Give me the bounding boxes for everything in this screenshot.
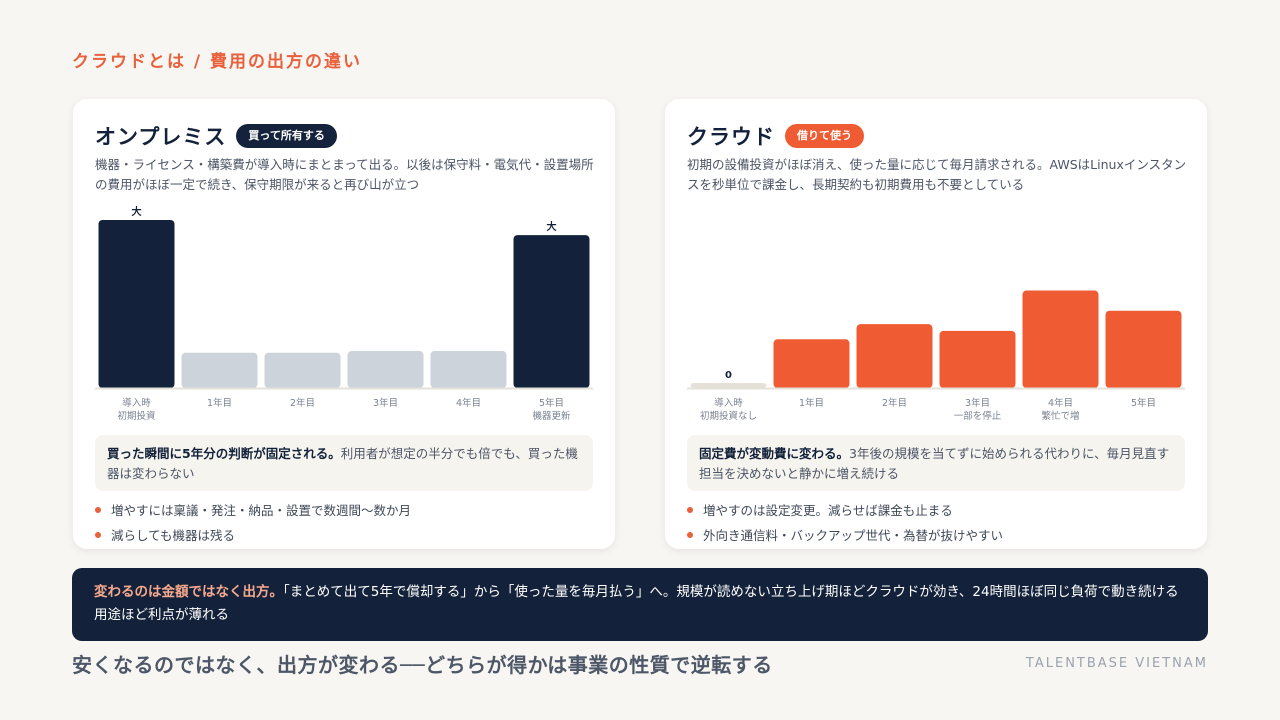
tick-label-4-1: 繁忙で増	[1041, 410, 1079, 422]
tick-label-2-0: 2年目	[290, 397, 315, 409]
tick-label-3-0: 3年目	[373, 397, 398, 409]
data-label-0: 0	[725, 370, 732, 381]
tick-label-2-0: 2年目	[882, 397, 907, 409]
onprem-cost-chart: 大導入時 初期投資 1年目 2年目 3年目 4年目 大 5年目 機器更新	[95, 199, 593, 429]
cloud-header: クラウド 借りて使う	[687, 121, 864, 151]
bar-0	[98, 220, 175, 388]
bar-0	[690, 382, 767, 388]
cloud-badge: 借りて使う	[785, 124, 864, 148]
cloud-cost-chart: 0 導入時 初期投資なし 1年目 2年目 3年目 一部を停止 4年目 繁忙で増 5年目	[687, 199, 1185, 429]
list-item: 外向き通信料・バックアップ世代・為替が抜けやすい	[687, 523, 1003, 548]
tick-label-5-0: 5年目	[1131, 397, 1156, 409]
bullet-dot-icon	[687, 532, 693, 538]
bar-1	[181, 352, 258, 388]
cloud-card: クラウド 借りて使う 初期の設備投資がほぼ消え、使った量に応じて毎月請求される。…	[665, 99, 1207, 549]
tick-label-0-0: 導入時	[714, 397, 743, 409]
onprem-description: 機器・ライセンス・構築費が導入時にまとまって出る。以後は保守料・電気代・設置場所…	[95, 157, 594, 192]
brand-logo-text: TALENTBASE VIETNAM	[1025, 656, 1208, 671]
section-eyebrow: クラウドとは / 費用の出方の違い	[72, 52, 363, 72]
list-item: 減らしても機器は残る	[95, 523, 411, 548]
bar-5	[513, 235, 590, 388]
bar-1	[773, 339, 850, 388]
list-item: 増やすには稟議・発注・納品・設置で数週間〜数か月	[95, 498, 411, 523]
tick-label-4-0: 4年目	[1048, 397, 1073, 409]
onprem-bullets: 増やすには稟議・発注・納品・設置で数週間〜数か月 減らしても機器は残る	[95, 498, 411, 548]
onprem-note-bold: 買った瞬間に5年分の判断が固定される。	[107, 446, 341, 461]
bar-4	[430, 351, 507, 388]
cloud-note-bold: 固定費が変動費に変わる。	[699, 446, 850, 461]
bar-4	[1022, 290, 1099, 388]
data-label-5: 大	[547, 220, 557, 233]
onprem-title: オンプレミス	[95, 125, 227, 149]
tick-label-5-1: 機器更新	[532, 410, 571, 422]
tick-label-0-1: 初期投資なし	[700, 410, 757, 422]
onprem-badge: 買って所有する	[236, 124, 337, 148]
tick-label-5-0: 5年目	[539, 397, 564, 409]
cloud-chart-svg: 0 導入時初期投資なし 1年目 2年目 3年目一部を停止 4年目繁忙で増 5年目	[687, 290, 1185, 422]
tick-label-1-0: 1年目	[207, 397, 232, 409]
cloud-description: 初期の設備投資がほぼ消え、使った量に応じて毎月請求される。AWSはLinuxイン…	[687, 157, 1187, 192]
bullet-dot-icon	[95, 507, 101, 513]
bar-2	[264, 352, 341, 388]
bar-3	[939, 330, 1016, 388]
bar-2	[856, 324, 933, 388]
cloud-bullets: 増やすのは設定変更。減らせば課金も止まる 外向き通信料・バックアップ世代・為替が…	[687, 498, 1003, 548]
tick-label-0-1: 初期投資	[117, 410, 155, 422]
summary-banner: 変わるのは金額ではなく出方。「まとめて出て5年で償却する」から「使った量を毎月払…	[72, 568, 1208, 641]
bar-3	[347, 351, 424, 388]
cloud-note: 固定費が変動費に変わる。3年後の規模を当てずに始められる代わりに、毎月見直す担当…	[687, 435, 1185, 491]
tick-label-4-0: 4年目	[456, 397, 481, 409]
onprem-header: オンプレミス 買って所有する	[95, 121, 337, 151]
tick-label-3-0: 3年目	[965, 397, 990, 409]
tick-label-0-0: 導入時	[122, 397, 151, 409]
list-item: 増やすのは設定変更。減らせば課金も止まる	[687, 498, 1003, 523]
onprem-note: 買った瞬間に5年分の判断が固定される。利用者が想定の半分でも倍でも、買った機器は…	[95, 435, 593, 491]
onprem-card: オンプレミス 買って所有する 機器・ライセンス・構築費が導入時にまとまって出る。…	[73, 99, 615, 549]
bar-5	[1105, 310, 1182, 388]
onprem-chart-svg: 大導入時初期投資 1年目 2年目 3年目 4年目 大 5年目機器更新	[95, 205, 593, 422]
data-label-0: 大	[132, 205, 142, 218]
tick-label-3-1: 一部を停止	[954, 410, 1002, 422]
bullet-dot-icon	[95, 532, 101, 538]
footer-takeaway: 安くなるのではなく、出方が変わる──どちらが得かは事業の性質で逆転する	[72, 653, 773, 677]
tick-label-1-0: 1年目	[799, 397, 824, 409]
bullet-dot-icon	[687, 507, 693, 513]
cloud-title: クラウド	[687, 125, 775, 149]
banner-highlight: 変わるのは金額ではなく出方。	[94, 584, 283, 600]
